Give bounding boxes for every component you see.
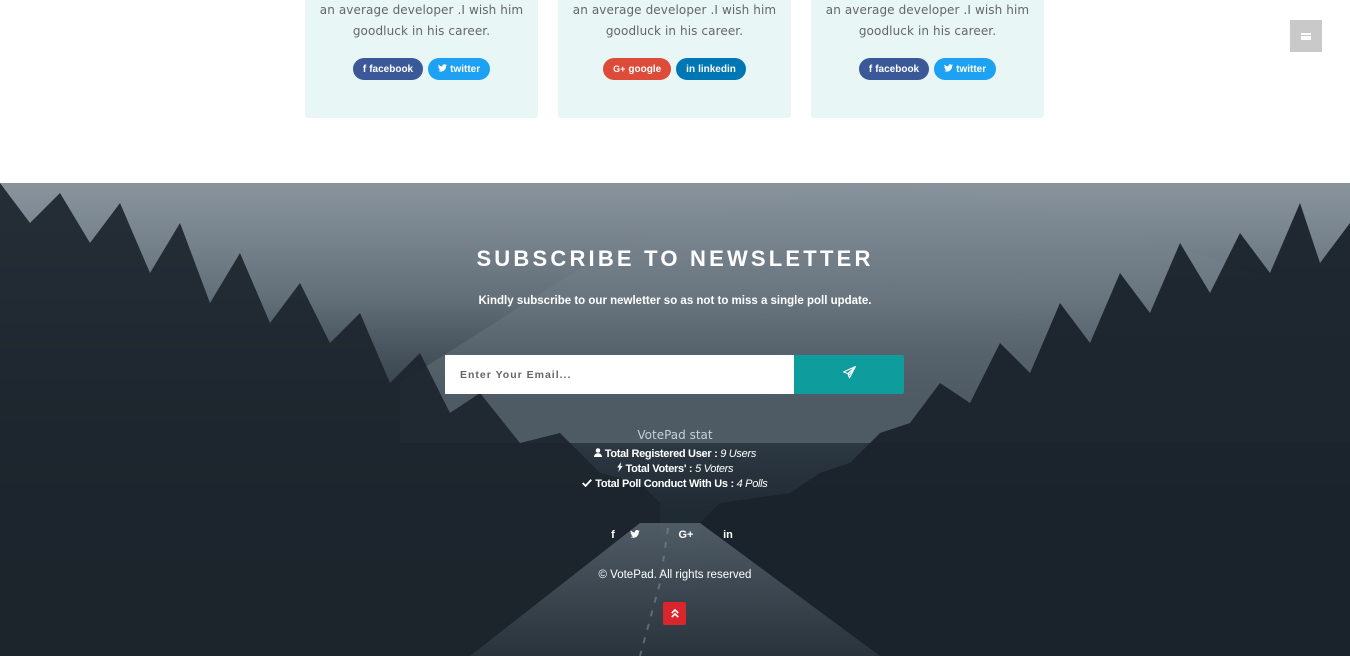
button-label: facebook — [369, 63, 414, 75]
stat-value: 9 Users — [720, 448, 757, 460]
button-label: twitter — [450, 63, 481, 75]
stat-label: Total Poll Conduct With Us : — [595, 478, 734, 490]
description-line: an average developer .I wish him — [319, 3, 524, 17]
twitter-icon — [944, 63, 954, 75]
email-input[interactable] — [445, 355, 794, 394]
stat-value: 4 Polls — [736, 478, 768, 490]
team-card: an average developer .I wish him goodluc… — [305, 0, 538, 118]
twitter-icon — [438, 63, 448, 75]
stats-list: Total Registered User : 9 Users Total Vo… — [0, 447, 1350, 492]
google-plus-icon[interactable]: G+ — [666, 529, 706, 541]
linkedin-button[interactable]: in linkedin — [676, 58, 746, 80]
stat-registered-users: Total Registered User : 9 Users — [0, 447, 1350, 462]
description-line: an average developer .I wish him — [572, 3, 777, 17]
newsletter-form — [445, 355, 904, 394]
copyright-text: © VotePad. All rights reserved — [598, 569, 752, 581]
stat-total-voters: Total Voters' : 5 Voters — [0, 462, 1350, 477]
team-card-description: an average developer .I wish him goodluc… — [558, 0, 791, 42]
linkedin-icon[interactable]: in — [708, 529, 748, 541]
team-card: an average developer .I wish him goodluc… — [558, 0, 791, 118]
stat-value: 5 Voters — [695, 463, 734, 475]
stat-total-polls: Total Poll Conduct With Us : 4 Polls — [0, 477, 1350, 492]
facebook-icon[interactable]: f — [602, 529, 624, 541]
facebook-icon: f — [362, 63, 367, 75]
facebook-button[interactable]: f facebook — [352, 58, 424, 80]
button-label: twitter — [956, 63, 987, 75]
facebook-icon: f — [868, 63, 873, 75]
team-card-description: an average developer .I wish him goodluc… — [811, 0, 1044, 42]
stats-title: VotePad stat — [637, 428, 713, 442]
description-line: goodluck in his career. — [352, 24, 491, 38]
newsletter-subtitle: Kindly subscribe to our newletter so as … — [478, 295, 872, 307]
team-card-description: an average developer .I wish him goodluc… — [305, 0, 538, 42]
twitter-button[interactable]: twitter — [934, 58, 997, 80]
newsletter-title: SUBSCRIBE TO NEWSLETTER — [476, 246, 874, 271]
newsletter-footer-section: SUBSCRIBE TO NEWSLETTER Kindly subscribe… — [0, 183, 1350, 656]
description-line: goodluck in his career. — [605, 24, 744, 38]
google-button[interactable]: G+ google — [603, 58, 672, 80]
back-to-top-button[interactable] — [663, 602, 686, 625]
paper-plane-icon — [842, 365, 856, 384]
bolt-icon — [616, 462, 626, 475]
description-line: an average developer .I wish him — [825, 3, 1030, 17]
user-icon — [593, 448, 605, 460]
button-label: facebook — [875, 63, 920, 75]
facebook-button[interactable]: f facebook — [858, 58, 930, 80]
subscribe-submit-button[interactable] — [794, 355, 904, 394]
button-label: linkedin — [698, 63, 736, 75]
footer-social-links: f G+ in — [0, 529, 1350, 541]
hamburger-menu-icon — [1301, 32, 1311, 40]
stat-label: Total Voters' : — [625, 463, 693, 475]
button-label: google — [628, 63, 662, 75]
menu-toggle-button[interactable] — [1290, 20, 1322, 52]
team-section: an average developer .I wish him goodluc… — [0, 0, 1350, 183]
twitter-icon[interactable] — [624, 529, 646, 541]
double-chevron-up-icon — [670, 605, 679, 623]
google-plus-icon: G+ — [613, 64, 626, 74]
twitter-button[interactable]: twitter — [428, 58, 491, 80]
check-icon — [582, 478, 595, 490]
description-line: goodluck in his career. — [858, 24, 997, 38]
team-card: an average developer .I wish him goodluc… — [811, 0, 1044, 118]
linkedin-icon: in — [686, 63, 696, 75]
stat-label: Total Registered User : — [604, 448, 718, 460]
